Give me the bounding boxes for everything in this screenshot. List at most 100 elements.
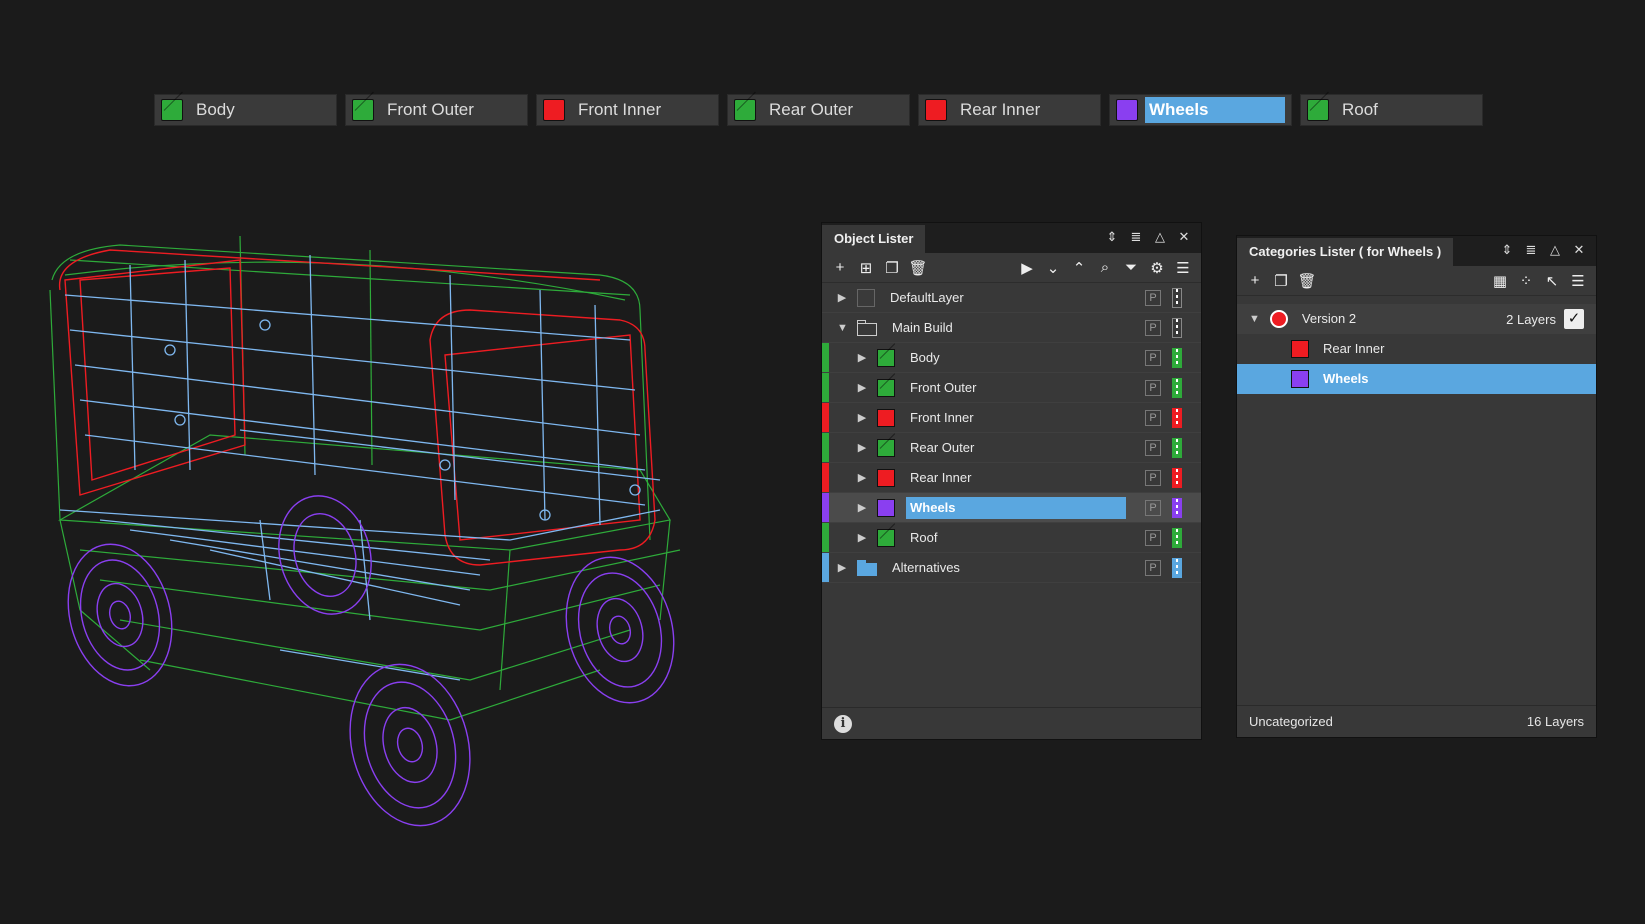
delete-icon[interactable]: 🗑	[908, 258, 928, 278]
print-toggle[interactable]: P	[1145, 349, 1161, 366]
print-toggle[interactable]: P	[1145, 289, 1161, 306]
object-lister-title[interactable]: Object Lister	[822, 225, 926, 253]
category-tab-wheels[interactable]: Wheels	[1109, 94, 1292, 126]
print-toggle[interactable]: P	[1145, 379, 1161, 396]
expand-triangle-icon[interactable]: ▶	[857, 442, 867, 454]
category-color-swatch[interactable]	[1307, 99, 1329, 121]
menu-icon[interactable]: ☰	[1568, 271, 1588, 291]
print-toggle[interactable]: P	[1145, 319, 1161, 336]
chevron-down-icon[interactable]: ⌄	[1043, 258, 1063, 278]
category-item-rear-inner[interactable]: Rear Inner	[1237, 334, 1596, 364]
expand-triangle-icon[interactable]: ▶	[857, 472, 867, 484]
uncategorized-label[interactable]: Uncategorized	[1249, 714, 1333, 729]
menu-icon[interactable]: ☰	[1173, 258, 1193, 278]
category-tab-body[interactable]: Body	[154, 94, 337, 126]
layer-row-roof[interactable]: ▶ Roof P	[822, 523, 1201, 553]
close-icon[interactable]: ✕	[1175, 228, 1193, 246]
category-color-swatch[interactable]	[1116, 99, 1138, 121]
category-color-swatch[interactable]	[161, 99, 183, 121]
category-item-wheels[interactable]: Wheels	[1237, 364, 1596, 394]
visibility-toggle-icon[interactable]	[1169, 407, 1185, 429]
expand-triangle-icon[interactable]: ▶	[857, 382, 867, 394]
layer-row-rear-inner[interactable]: ▶ Rear Inner P	[822, 463, 1201, 493]
category-color-swatch[interactable]	[734, 99, 756, 121]
delete-icon[interactable]: 🗑	[1297, 271, 1317, 291]
visibility-toggle-icon[interactable]	[1169, 527, 1185, 549]
layer-row-alternatives[interactable]: ▶ Alternatives P	[822, 553, 1201, 583]
expand-triangle-icon[interactable]: ▼	[1249, 313, 1260, 325]
layer-row-main-build[interactable]: ▼ Main Build P	[822, 313, 1201, 343]
menu-icon[interactable]: ≣	[1522, 241, 1540, 259]
print-toggle[interactable]: P	[1145, 439, 1161, 456]
layer-row-front-outer[interactable]: ▶ Front Outer P	[822, 373, 1201, 403]
add-icon[interactable]: +	[830, 258, 850, 278]
category-tab-rear-outer[interactable]: Rear Outer	[727, 94, 910, 126]
layer-color-swatch[interactable]	[877, 498, 895, 517]
info-icon[interactable]: i	[834, 714, 852, 733]
visibility-toggle-icon[interactable]	[1169, 377, 1185, 399]
print-toggle[interactable]: P	[1145, 499, 1161, 516]
layer-row-rear-outer[interactable]: ▶ Rear Outer P	[822, 433, 1201, 463]
layer-color-swatch[interactable]	[877, 348, 895, 367]
add-group-icon[interactable]: ⊞	[856, 258, 876, 278]
layer-color-swatch[interactable]	[877, 408, 895, 427]
add-icon[interactable]: +	[1245, 271, 1265, 291]
visibility-toggle-icon[interactable]	[1169, 497, 1185, 519]
expand-triangle-icon[interactable]: ▶	[857, 502, 867, 514]
print-toggle[interactable]: P	[1145, 409, 1161, 426]
layer-color-swatch[interactable]	[877, 378, 895, 397]
collapse-icon[interactable]: △	[1151, 228, 1169, 246]
filter-icon[interactable]: ⏷	[1121, 258, 1141, 278]
layer-color-swatch[interactable]	[857, 288, 875, 307]
visibility-toggle-icon[interactable]	[1169, 287, 1185, 309]
chevron-up-icon[interactable]: ⌃	[1069, 258, 1089, 278]
layer-color-swatch[interactable]	[877, 528, 895, 547]
category-color-swatch[interactable]	[1291, 340, 1309, 358]
layer-row-body[interactable]: ▶ Body P	[822, 343, 1201, 373]
wireframe-viewport[interactable]	[40, 220, 720, 860]
category-tab-roof[interactable]: Roof	[1300, 94, 1483, 126]
print-toggle[interactable]: P	[1145, 529, 1161, 546]
print-toggle[interactable]: P	[1145, 559, 1161, 576]
visibility-toggle-icon[interactable]	[1169, 347, 1185, 369]
resize-icon[interactable]: ⇕	[1103, 228, 1121, 246]
grid-icon[interactable]: ⁘	[1516, 271, 1536, 291]
category-color-swatch[interactable]	[1291, 370, 1309, 388]
print-toggle[interactable]: P	[1145, 469, 1161, 486]
select-icon[interactable]: ↖	[1542, 271, 1562, 291]
layer-row-wheels[interactable]: ▶ Wheels P	[822, 493, 1201, 523]
version-checkbox[interactable]: ✓	[1564, 309, 1584, 329]
category-tab-front-inner[interactable]: Front Inner	[536, 94, 719, 126]
version-row[interactable]: ▼ Version 2 2 Layers ✓	[1237, 304, 1596, 334]
collapse-icon[interactable]: △	[1546, 241, 1564, 259]
gear-icon[interactable]: ⚙	[1147, 258, 1167, 278]
expand-triangle-icon[interactable]: ▶	[857, 412, 867, 424]
play-icon[interactable]: ▶	[1017, 258, 1037, 278]
visibility-toggle-icon[interactable]	[1169, 317, 1185, 339]
category-tab-front-outer[interactable]: Front Outer	[345, 94, 528, 126]
visibility-toggle-icon[interactable]	[1169, 557, 1185, 579]
visibility-toggle-icon[interactable]	[1169, 467, 1185, 489]
visibility-toggle-icon[interactable]	[1169, 437, 1185, 459]
expand-triangle-icon[interactable]: ▶	[857, 532, 867, 544]
layer-row-front-inner[interactable]: ▶ Front Inner P	[822, 403, 1201, 433]
menu-icon[interactable]: ≣	[1127, 228, 1145, 246]
expand-triangle-icon[interactable]: ▶	[837, 562, 847, 574]
category-color-swatch[interactable]	[352, 99, 374, 121]
category-color-swatch[interactable]	[543, 99, 565, 121]
category-tab-rear-inner[interactable]: Rear Inner	[918, 94, 1101, 126]
expand-triangle-icon[interactable]: ▶	[837, 292, 847, 304]
categories-lister-title[interactable]: Categories Lister ( for Wheels )	[1237, 238, 1454, 266]
expand-triangle-icon[interactable]: ▶	[857, 352, 867, 364]
duplicate-icon[interactable]: ❐	[1271, 271, 1291, 291]
grid-outline-icon[interactable]: ▦	[1490, 271, 1510, 291]
duplicate-icon[interactable]: ❐	[882, 258, 902, 278]
close-icon[interactable]: ✕	[1570, 241, 1588, 259]
layer-color-swatch[interactable]	[877, 468, 895, 487]
collapse-triangle-icon[interactable]: ▼	[837, 322, 848, 334]
layer-color-swatch[interactable]	[877, 438, 895, 457]
category-color-swatch[interactable]	[925, 99, 947, 121]
search-icon[interactable]: ⌕	[1095, 258, 1115, 278]
resize-icon[interactable]: ⇕	[1498, 241, 1516, 259]
layer-row-defaultlayer[interactable]: ▶ DefaultLayer P	[822, 283, 1201, 313]
